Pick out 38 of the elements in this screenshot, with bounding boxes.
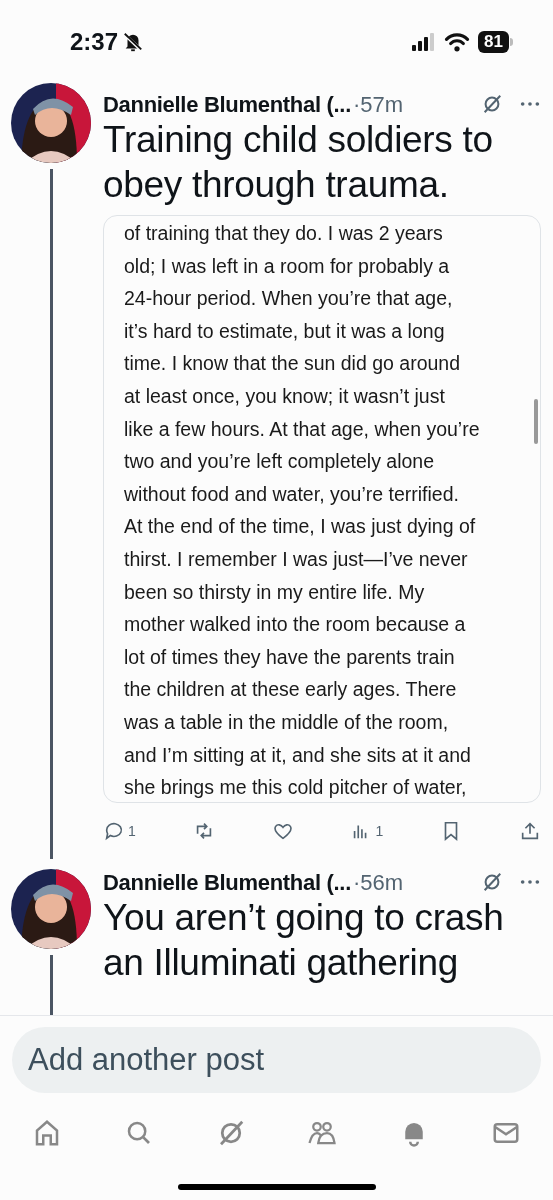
card-text-line: at least once, you know; it wasn’t just bbox=[124, 383, 445, 409]
card-text-line: it’s hard to estimate, but it was a long bbox=[124, 318, 445, 344]
views-button[interactable]: 1 bbox=[350, 820, 384, 842]
bell-slash-icon bbox=[122, 30, 145, 53]
card-text-line: without food and water, you’re terrified. bbox=[124, 481, 459, 507]
post-title: obey through trauma. bbox=[103, 163, 450, 207]
card-text-line: two and you’re left completely alone bbox=[124, 449, 434, 475]
card-text-line: been so thirsty in my entire life. My bbox=[124, 579, 425, 605]
author-name[interactable]: Dannielle Blumenthal (... bbox=[103, 865, 351, 899]
slashed-circle-icon[interactable] bbox=[481, 93, 503, 115]
wifi-icon bbox=[444, 31, 471, 52]
post-time: ·56m bbox=[353, 868, 404, 897]
card-text-line: 24-hour period. When you’re that age, bbox=[124, 286, 453, 312]
signal-icon bbox=[410, 32, 437, 51]
author-name[interactable]: Dannielle Blumenthal (... bbox=[103, 87, 351, 121]
card-text-line: the children at these early ages. There bbox=[124, 677, 457, 703]
post-title: an Illuminati gathering bbox=[103, 941, 460, 985]
card-text-line: like a few hours. At that age, when you’re bbox=[124, 416, 480, 442]
reply-button[interactable]: 1 bbox=[103, 820, 136, 842]
add-post-field[interactable]: Add another post bbox=[12, 1027, 541, 1093]
card-text-line: old; I was left in a room for probably a bbox=[124, 253, 450, 279]
card-text-line: thirst. I remember I was just—I’ve never bbox=[124, 546, 468, 572]
card-text-line: time. I know that the sun did go around bbox=[124, 351, 461, 377]
post-title: Training child soldiers to bbox=[103, 118, 494, 162]
scroll-indicator bbox=[534, 399, 538, 444]
card-text-line: was a table in the middle of the room, bbox=[124, 709, 449, 735]
card-text-line: and I’m sitting at it, and she sits at it and bbox=[124, 742, 471, 768]
status-time: 2:37 bbox=[70, 26, 119, 57]
speech-bubble-icon bbox=[103, 820, 125, 842]
card-text-line: lot of times they have the parents train bbox=[124, 644, 455, 670]
card-text-line: At the end of the time, I was just dying of bbox=[124, 514, 476, 540]
card-text-line: mother walked into the room because a bbox=[124, 612, 466, 638]
slashed-circle-icon[interactable] bbox=[481, 871, 503, 893]
card-text-line: she brings me this cold pitcher of water, bbox=[124, 775, 467, 801]
text-screenshot-card[interactable] bbox=[103, 215, 541, 803]
post-title: You aren’t going to crash bbox=[103, 896, 505, 940]
post-time: ·57m bbox=[353, 90, 404, 119]
card-text-line: of training that they do. I was 2 years bbox=[124, 221, 443, 246]
